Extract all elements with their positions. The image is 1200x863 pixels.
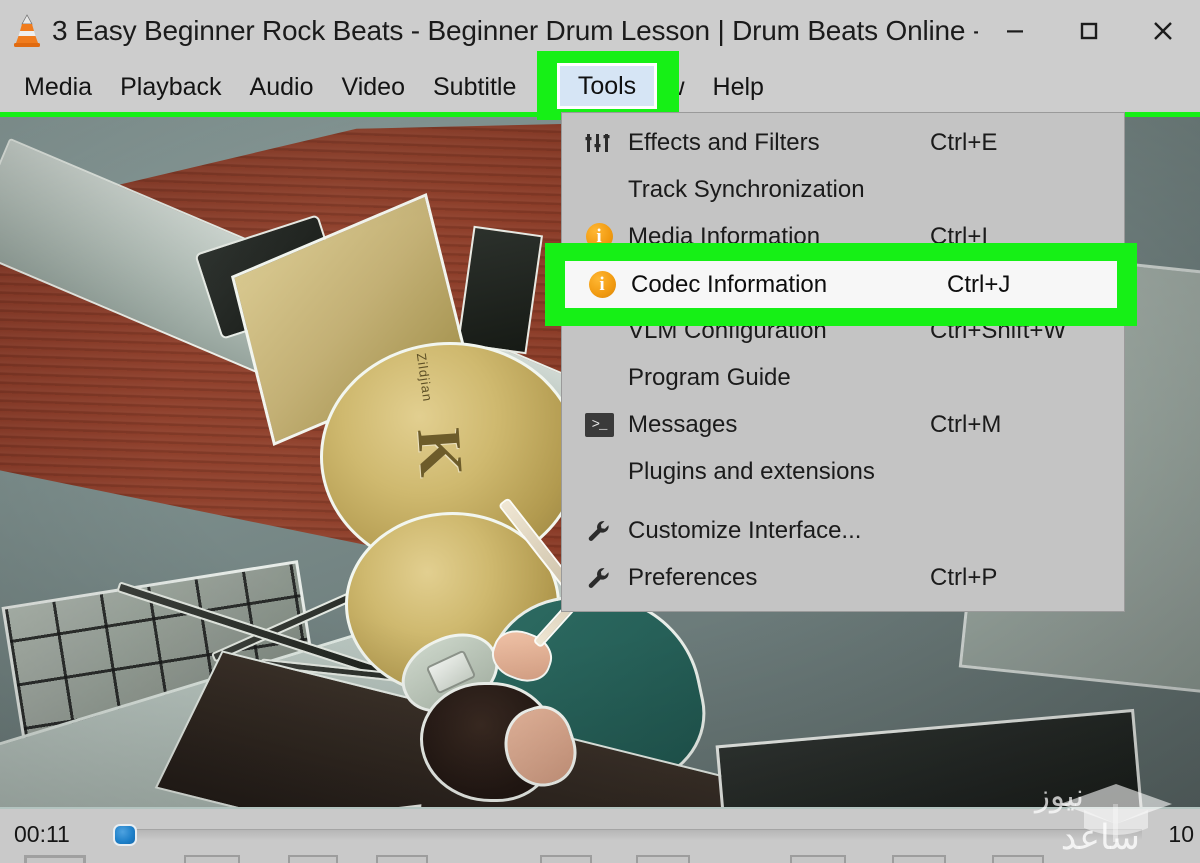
maximize-button[interactable] xyxy=(1052,2,1126,60)
menu-subtitle[interactable]: Subtitle xyxy=(419,70,530,105)
next-button[interactable] xyxy=(376,855,428,863)
menu-item-shortcut: Ctrl+P xyxy=(930,563,998,591)
messages-icon: >_ xyxy=(576,410,622,440)
menu-item-shortcut: Ctrl+E xyxy=(930,128,998,156)
menu-item-label: Program Guide xyxy=(628,363,791,391)
fullscreen-button[interactable] xyxy=(540,855,592,863)
menu-playback[interactable]: Playback xyxy=(106,70,235,105)
menu-item-label: Preferences xyxy=(628,563,758,591)
playlist-button[interactable] xyxy=(790,855,846,863)
menu-item-label: Customize Interface... xyxy=(628,516,862,544)
menu-item-effects-and-filters[interactable]: Effects and Filters Ctrl+E xyxy=(562,119,1124,166)
play-pause-button[interactable] xyxy=(24,855,86,863)
menu-help[interactable]: Help xyxy=(699,70,778,105)
menu-tools[interactable]: Tools xyxy=(557,63,657,109)
menu-audio[interactable]: Audio xyxy=(236,70,328,105)
seek-handle[interactable] xyxy=(113,824,137,846)
control-buttons-row xyxy=(0,855,1200,863)
maximize-icon xyxy=(1080,22,1098,40)
current-time-label: 00:11 xyxy=(14,821,70,847)
menu-item-label: Plugins and extensions xyxy=(628,457,875,485)
menu-item-shortcut: Ctrl+J xyxy=(947,270,1011,298)
wrench-icon xyxy=(576,563,622,593)
random-button[interactable] xyxy=(992,855,1044,863)
menu-item-preferences[interactable]: Preferences Ctrl+P xyxy=(562,554,1124,601)
menu-item-codec-information-highlighted[interactable]: i Codec Information Ctrl+J xyxy=(565,261,1117,308)
annotation-box-tools: Tools xyxy=(537,51,679,120)
no-icon xyxy=(576,175,622,205)
menu-tools-label: Tools xyxy=(577,71,637,100)
player-control-bar: 00:11 10 xyxy=(0,807,1200,863)
menu-separator xyxy=(562,495,1124,507)
menu-item-label: Codec Information xyxy=(631,270,828,298)
minimize-icon xyxy=(1007,30,1023,33)
menu-media[interactable]: Media xyxy=(10,70,106,105)
menu-item-track-synchronization[interactable]: Track Synchronization xyxy=(562,166,1124,213)
minimize-button[interactable] xyxy=(978,2,1052,60)
menu-item-shortcut: Ctrl+M xyxy=(930,410,1002,438)
menu-video[interactable]: Video xyxy=(328,70,420,105)
wrench-icon xyxy=(576,516,622,546)
equalizer-icon xyxy=(576,128,622,158)
total-time-label: 10 xyxy=(1168,821,1194,847)
menu-item-plugins-and-extensions[interactable]: Plugins and extensions xyxy=(562,448,1124,495)
vlc-cone-icon xyxy=(14,14,40,47)
menu-item-label: Track Synchronization xyxy=(628,175,865,203)
loop-button[interactable] xyxy=(892,855,946,863)
close-button[interactable] xyxy=(1126,2,1200,60)
menu-item-messages[interactable]: >_ Messages Ctrl+M xyxy=(562,401,1124,448)
menu-item-customize-interface[interactable]: Customize Interface... xyxy=(562,507,1124,554)
window-title: 3 Easy Beginner Rock Beats - Beginner Dr… xyxy=(52,15,978,46)
extended-settings-button[interactable] xyxy=(636,855,690,863)
menu-item-label: Messages xyxy=(628,410,738,438)
previous-button[interactable] xyxy=(184,855,240,863)
seek-bar[interactable] xyxy=(120,829,1142,840)
vlc-player-window: 3 Easy Beginner Rock Beats - Beginner Dr… xyxy=(0,0,1200,863)
no-icon xyxy=(576,457,622,487)
window-controls xyxy=(978,2,1200,60)
menu-item-label: Effects and Filters xyxy=(628,128,820,156)
menu-item-program-guide[interactable]: Program Guide xyxy=(562,354,1124,401)
stop-button[interactable] xyxy=(288,855,338,863)
seek-row: 00:11 10 xyxy=(0,815,1200,851)
annotation-box-codec-information: i Codec Information Ctrl+J xyxy=(545,243,1137,326)
tools-dropdown-menu: Effects and Filters Ctrl+E Track Synchro… xyxy=(561,112,1125,612)
info-icon: i xyxy=(579,271,625,298)
no-icon xyxy=(576,363,622,393)
close-icon xyxy=(1154,22,1172,40)
